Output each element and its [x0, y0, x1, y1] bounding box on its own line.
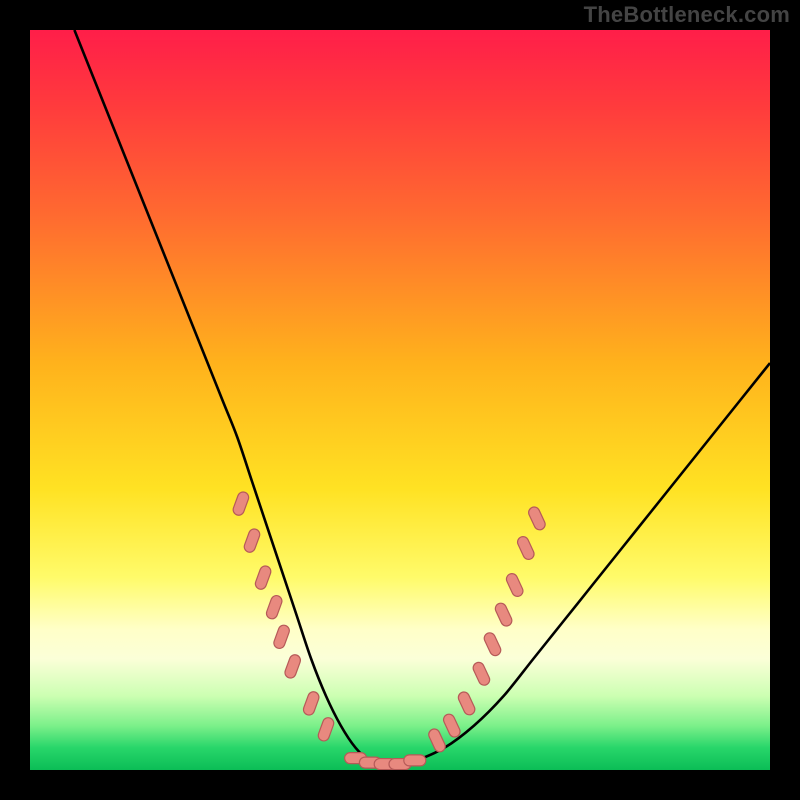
- chart-frame: TheBottleneck.com: [0, 0, 800, 800]
- chart-svg: [30, 30, 770, 770]
- curve-marker: [457, 690, 477, 716]
- curve-marker: [272, 624, 291, 650]
- curve-marker: [243, 527, 262, 553]
- bottleneck-curve: [74, 30, 770, 764]
- curve-marker: [494, 601, 514, 627]
- curve-marker: [442, 712, 462, 738]
- curve-marker: [527, 505, 547, 531]
- curve-markers: [232, 490, 547, 769]
- curve-marker: [232, 490, 251, 516]
- curve-marker: [302, 690, 321, 716]
- curve-marker: [254, 564, 273, 590]
- curve-marker: [427, 727, 447, 753]
- curve-marker: [283, 653, 302, 679]
- watermark-text: TheBottleneck.com: [584, 2, 790, 28]
- curve-marker: [265, 594, 284, 620]
- curve-marker: [404, 755, 426, 766]
- curve-marker: [471, 661, 491, 687]
- curve-marker: [505, 572, 525, 598]
- curve-marker: [317, 716, 336, 742]
- curve-marker: [482, 631, 502, 657]
- curve-marker: [516, 535, 536, 561]
- plot-area: [30, 30, 770, 770]
